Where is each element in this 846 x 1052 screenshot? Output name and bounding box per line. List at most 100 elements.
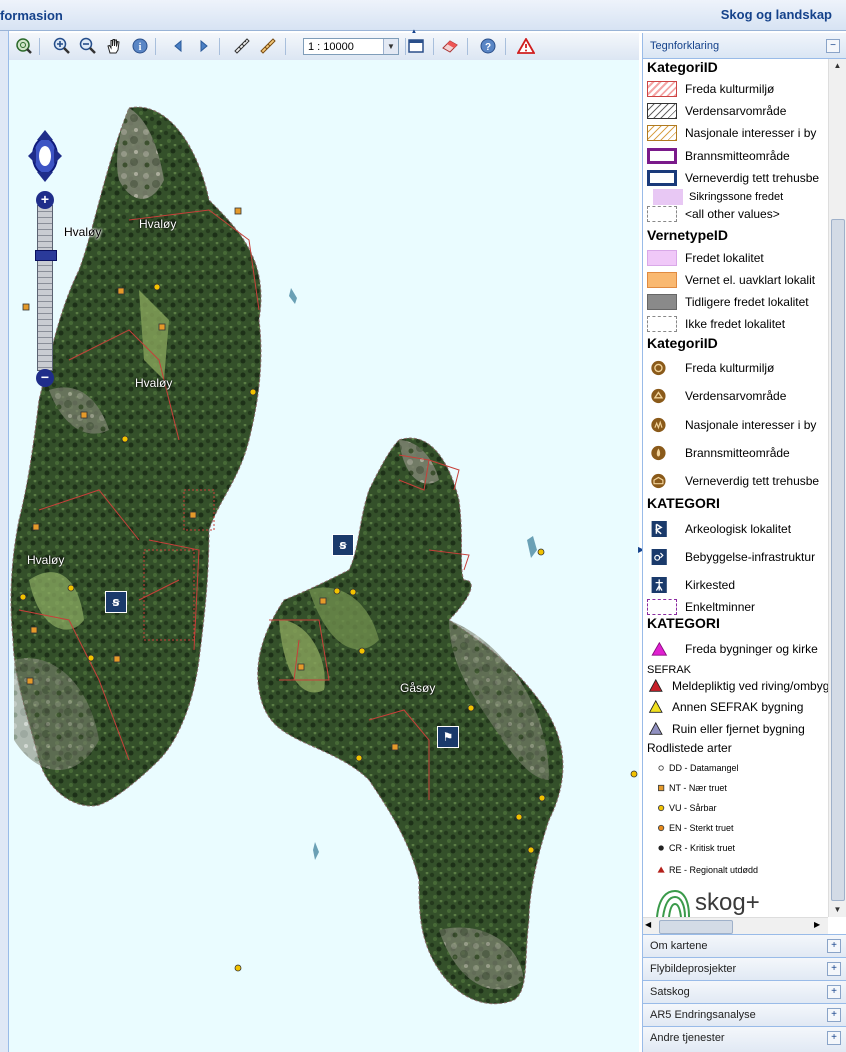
scroll-left-icon[interactable]: ◀ — [645, 920, 651, 929]
legend-item: Ruin eller fjernet bygning — [647, 719, 828, 739]
help-icon[interactable]: ? — [479, 37, 497, 55]
legend-item: Brannsmitteområde — [647, 443, 828, 463]
scale-select[interactable]: 1 : 10000 ▼ — [303, 38, 399, 55]
kulturmiljo-icon — [651, 360, 666, 376]
legend-body: KategoriID Freda kulturmiljø Verdensarvo… — [643, 59, 828, 917]
legend-horizontal-scrollbar[interactable]: ◀ ▶ — [643, 917, 828, 935]
magenta-triangle-icon — [651, 641, 668, 656]
legend-heading: KategoriID — [647, 59, 718, 75]
toolbar-separator — [433, 38, 434, 55]
archaeology-icon — [651, 521, 667, 537]
place-label: Hvaløy — [139, 217, 177, 231]
chevron-down-icon[interactable]: ▼ — [383, 39, 398, 54]
eraser-icon[interactable] — [441, 37, 459, 55]
legend-item: EN - Sterkt truet — [647, 818, 828, 838]
back-arrow-icon[interactable] — [169, 37, 187, 55]
verdensarv-icon — [651, 388, 666, 404]
expand-plus-icon[interactable]: + — [827, 1031, 841, 1045]
header-right-title: Skog og landskap — [720, 7, 832, 22]
legend-item: Tidligere fredet lokalitet — [647, 292, 828, 312]
accordion-label: Andre tjenester — [650, 1032, 725, 1044]
pan-hand-icon[interactable] — [105, 37, 123, 55]
legend-item-label: Kirkested — [685, 578, 736, 592]
fill-swatch — [653, 189, 683, 205]
legend-item-label: VU - Sårbar — [669, 803, 717, 813]
expand-plus-icon[interactable]: + — [827, 962, 841, 976]
infrastructure-icon — [651, 549, 667, 565]
forward-arrow-icon[interactable] — [195, 37, 213, 55]
zoom-minus-icon[interactable]: − — [36, 369, 54, 387]
warning-icon[interactable] — [517, 37, 535, 55]
zoom-slider-handle[interactable] — [35, 250, 57, 261]
legend-item: Enkeltminner — [647, 597, 828, 617]
accordion-label: AR5 Endringsanalyse — [650, 1009, 756, 1021]
legend-item-label: Tidligere fredet lokalitet — [685, 295, 809, 309]
expand-plus-icon[interactable]: + — [827, 985, 841, 999]
scroll-thumb[interactable] — [831, 219, 845, 901]
legend-title: Tegnforklaring — [650, 40, 720, 52]
legend-item-label: Annen SEFRAK bygning — [672, 700, 804, 714]
toolbar-separator — [285, 38, 286, 55]
place-label: Gåsøy — [400, 681, 436, 695]
legend-item: Nasjonale interesser i by — [647, 415, 828, 435]
legend-vertical-scrollbar[interactable]: ▲ ▼ — [828, 59, 846, 917]
legend-item-label: Verneverdig tett trehusbe — [685, 171, 820, 185]
zoom-in-icon[interactable] — [53, 37, 71, 55]
legend-item-label: Brannsmitteområde — [685, 446, 790, 460]
accordion-om-kartene[interactable]: Om kartene + — [643, 934, 846, 957]
scroll-thumb[interactable] — [659, 920, 733, 934]
pan-control[interactable] — [27, 128, 63, 184]
map-canvas[interactable]: + − Hvaløy Hvaløy Hvaløy Hvaløy Gåsøy ꞩ … — [9, 60, 639, 1052]
legend-item: Verneverdig tett trehusbe — [647, 471, 828, 491]
toolbar-separator — [219, 38, 220, 55]
zoom-full-extent-icon[interactable] — [15, 37, 33, 55]
legend-item: NT - Nær truet — [647, 778, 828, 798]
measure-area-icon[interactable] — [259, 37, 277, 55]
accordion-flybildeprosjekter[interactable]: Flybildeprosjekter + — [643, 957, 846, 980]
zoom-slider[interactable]: + − — [35, 191, 57, 387]
measure-line-icon[interactable] — [233, 37, 251, 55]
svg-text:i: i — [139, 42, 142, 53]
zoom-track[interactable] — [37, 205, 53, 371]
scroll-down-icon[interactable]: ▼ — [831, 903, 844, 916]
accordion-andre-tjenester[interactable]: Andre tjenester + — [643, 1026, 846, 1052]
scroll-up-icon[interactable]: ▲ — [831, 59, 844, 72]
fill-swatch — [647, 272, 677, 288]
scroll-right-icon[interactable]: ▶ — [814, 920, 820, 929]
zoom-plus-icon[interactable]: + — [36, 191, 54, 209]
church-icon — [651, 577, 667, 593]
accordion-satskog[interactable]: Satskog + — [643, 980, 846, 1003]
legend-item: RE - Regionalt utdødd — [647, 860, 828, 880]
legend-item: Verneverdig tett trehusbe — [647, 168, 828, 188]
legend-item: Verdensarvområde — [647, 101, 828, 121]
scale-value: 1 : 10000 — [308, 41, 354, 53]
window-icon[interactable] — [407, 37, 425, 55]
archaeology-marker-icon[interactable]: ꞩ — [105, 591, 127, 613]
place-label: Hvaløy — [27, 553, 65, 567]
fill-swatch — [647, 250, 677, 266]
nasjonale-interesser-icon — [651, 417, 666, 433]
dashed-swatch — [647, 206, 677, 222]
building-marker-icon[interactable]: ⚑ — [437, 726, 459, 748]
info-icon[interactable]: i — [131, 37, 149, 55]
hatch-swatch — [647, 103, 677, 119]
accordion-ar5-endringsanalyse[interactable]: AR5 Endringsanalyse + — [643, 1003, 846, 1026]
legend-item: Verdensarvområde — [647, 386, 828, 406]
legend-item-label: Arkeologisk lokalitet — [685, 522, 792, 536]
place-label: Hvaløy — [135, 376, 173, 390]
collapse-icon[interactable]: − — [826, 39, 840, 53]
legend-item-label: Meldepliktig ved riving/ombyg — [672, 679, 828, 693]
zoom-out-icon[interactable] — [79, 37, 97, 55]
app-header: formasion Skog og landskap ▲ — [0, 0, 846, 36]
legend-item-label: Verdensarvområde — [685, 104, 787, 118]
expand-plus-icon[interactable]: + — [827, 939, 841, 953]
toolbar-separator — [39, 38, 40, 55]
legend-item: Bebyggelse-infrastruktur — [647, 547, 828, 567]
legend-item-label: DD - Datamangel — [669, 763, 739, 773]
legend-item-label: Vernet el. uavklart lokalit — [685, 273, 816, 287]
left-collapsed-panel[interactable] — [0, 31, 9, 1052]
archaeology-marker-icon[interactable]: ꞩ — [332, 534, 354, 556]
fill-swatch — [647, 294, 677, 310]
legend-item: Meldepliktig ved riving/ombyg — [647, 676, 828, 696]
expand-plus-icon[interactable]: + — [827, 1008, 841, 1022]
